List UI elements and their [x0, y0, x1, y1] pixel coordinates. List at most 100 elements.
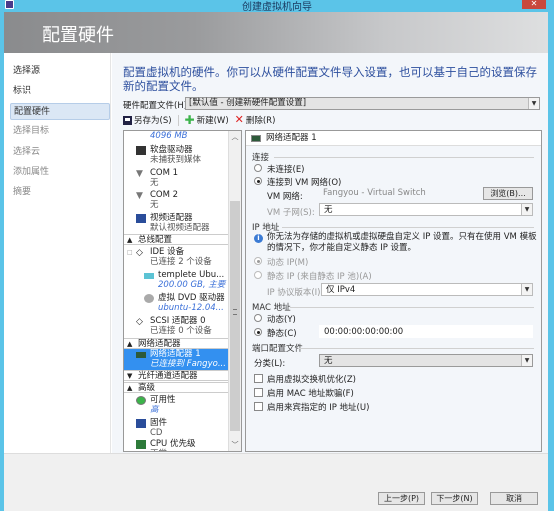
- tree-category-bus[interactable]: ▲ 总线配置: [124, 234, 229, 245]
- tree-item-cpu-priority[interactable]: CPU 优先级 正常: [124, 439, 229, 451]
- tree-category-network[interactable]: ▲ 网络适配器: [124, 338, 229, 349]
- vm-network-label: VM 网络:: [267, 192, 303, 202]
- delete-icon: ✕: [234, 113, 244, 126]
- ip-protocol-label: IP 协议版本(I):: [267, 288, 324, 298]
- scrollbar-thumb[interactable]: [230, 201, 240, 431]
- chevron-down-icon[interactable]: ▼: [521, 355, 532, 366]
- nav-item-select-cloud: 选择云: [13, 147, 41, 157]
- tree-item-ide[interactable]: □ ◇ IDE 设备 已连接 2 个设备: [124, 247, 229, 267]
- mac-spoofing-checkbox[interactable]: [254, 388, 263, 397]
- tree-item-dvd[interactable]: 虚拟 DVD 驱动器 ubuntu-12.04...: [124, 293, 229, 313]
- tree-category-fibre-channel[interactable]: ▼ 光纤通道适配器: [124, 370, 229, 381]
- tree-item-video-adapter[interactable]: 视频适配器 默认视频适配器: [124, 213, 229, 233]
- vm-network-field: Fangyou - Virtual Switch: [319, 187, 479, 200]
- nav-item-summary: 摘要: [13, 187, 32, 197]
- firmware-icon: [136, 419, 146, 428]
- tree-item-com1[interactable]: ▼ COM 1 无: [124, 168, 229, 188]
- availability-icon: [136, 396, 146, 405]
- browse-button[interactable]: 浏览(B)...: [483, 187, 533, 200]
- detail-header: 网络适配器 1: [246, 131, 541, 146]
- classification-label: 分类(L):: [254, 359, 286, 369]
- dvd-icon: [144, 294, 154, 303]
- section-port-profile: 端口配置文件: [252, 344, 304, 354]
- tree-item-floppy[interactable]: 软盘驱动器 未捕获到媒体: [124, 145, 229, 165]
- floppy-icon: [136, 146, 146, 155]
- detail-title: 网络适配器 1: [266, 133, 317, 143]
- nav-item-select-source[interactable]: 选择源: [10, 63, 110, 80]
- ip-protocol-dropdown[interactable]: 仅 IPv4 ▼: [321, 283, 533, 296]
- serial-port-icon: ▼: [136, 191, 143, 201]
- mac-static-label[interactable]: 静态(C): [267, 327, 297, 339]
- chevron-down-icon[interactable]: ▼: [528, 98, 539, 109]
- connect-vm-network-radio[interactable]: [254, 177, 262, 185]
- tree-item-nic1[interactable]: 网络适配器 1 已连接到 Fangyo...: [124, 349, 229, 370]
- chevron-down-icon[interactable]: ▼: [521, 204, 532, 215]
- guest-ip-checkbox[interactable]: [254, 402, 263, 411]
- network-adapter-icon: [136, 352, 146, 358]
- tree-item-memory[interactable]: 内存 4096 MB: [124, 131, 229, 141]
- tree-item-scsi[interactable]: ◇ SCSI 适配器 0 已连接 0 个设备: [124, 316, 229, 336]
- vswitch-optimization-checkbox[interactable]: [254, 374, 263, 383]
- page-header: 配置硬件: [4, 12, 548, 53]
- monitor-icon: [136, 214, 146, 223]
- hw-profile-value: [默认值 - 创建新硬件配置设置]: [189, 98, 307, 108]
- previous-button[interactable]: 上一步(P): [378, 492, 425, 505]
- hw-profile-label: 硬件配置文件(H):: [123, 101, 190, 111]
- tree-item-com2[interactable]: ▼ COM 2 无: [124, 190, 229, 210]
- mac-dynamic-radio[interactable]: [254, 314, 262, 322]
- hardware-tree: 内存 4096 MB 软盘驱动器 未捕获到媒体 ▼ COM 1 无 ▼ COM …: [123, 130, 242, 452]
- detail-panel: 网络适配器 1 连接 未连接(E) 连接到 VM 网络(O) VM 网络: Fa…: [245, 130, 542, 452]
- save-as-label: 另存为(S): [134, 116, 172, 126]
- expander-icon[interactable]: □: [127, 248, 133, 258]
- guest-ip-label[interactable]: 启用来宾指定的 IP 地址(U): [267, 401, 369, 413]
- chevron-down-icon[interactable]: ▼: [521, 284, 532, 295]
- tree-item-vhd[interactable]: templete Ubu... 200.00 GB, 主要: [124, 270, 229, 290]
- next-button[interactable]: 下一步(N): [431, 492, 478, 505]
- nav-item-configure-hardware[interactable]: 配置硬件: [10, 103, 110, 120]
- dynamic-ip-label: 动态 IP(M): [267, 258, 309, 268]
- vm-subnet-dropdown[interactable]: 无 ▼: [319, 203, 533, 216]
- cancel-button[interactable]: 取消: [490, 492, 538, 505]
- nav-item-select-target: 选择目标: [13, 126, 50, 136]
- profile-toolbar: 另存为(S) ✚ 新建(W) ✕ 删除(R): [123, 113, 275, 127]
- mac-address-input[interactable]: 00:00:00:00:00:00: [319, 325, 533, 338]
- delete-button[interactable]: ✕ 删除(R): [235, 114, 276, 126]
- new-button[interactable]: ✚ 新建(W): [185, 114, 229, 126]
- close-button[interactable]: ✕: [522, 0, 546, 9]
- save-as-button[interactable]: 另存为(S): [123, 114, 172, 126]
- page-title: 配置硬件: [42, 25, 114, 46]
- scroll-up-icon[interactable]: ︿: [229, 131, 241, 143]
- info-icon: i: [254, 234, 263, 243]
- nav-item-identity[interactable]: 标识: [10, 83, 110, 100]
- not-connected-radio[interactable]: [254, 164, 262, 172]
- mac-dynamic-label[interactable]: 动态(Y): [267, 313, 296, 325]
- collapse-icon: ▲: [127, 236, 133, 244]
- hw-profile-dropdown[interactable]: [默认值 - 创建新硬件配置设置] ▼: [185, 97, 540, 110]
- dynamic-ip-radio: [254, 257, 262, 265]
- tree-scrollbar[interactable]: ︿ ﹀: [228, 131, 241, 451]
- classification-dropdown[interactable]: 无 ▼: [319, 354, 533, 367]
- nav-item-add-properties: 添加属性: [13, 167, 50, 177]
- scroll-down-icon[interactable]: ﹀: [229, 439, 241, 451]
- not-connected-label[interactable]: 未连接(E): [267, 163, 305, 175]
- serial-port-icon: ▼: [136, 169, 143, 179]
- delete-label: 删除(R): [245, 116, 276, 126]
- mac-static-radio[interactable]: [254, 328, 262, 336]
- save-icon: [123, 115, 132, 125]
- ip-info-text: 你无法为存储的虚拟机或虚拟硬盘自定义 IP 设置。只有在使用 VM 模板的情况下…: [267, 232, 537, 253]
- wizard-steps-nav: 选择源 标识 配置硬件 选择目标 选择云 添加属性 摘要: [4, 53, 111, 453]
- title-bar: 创建虚拟机向导 ✕: [0, 0, 554, 13]
- new-label: 新建(W): [196, 116, 229, 126]
- tree-category-advanced[interactable]: ▲ 高级: [124, 382, 229, 393]
- section-connection: 连接: [252, 153, 270, 163]
- vswitch-optimization-label[interactable]: 启用虚拟交换机优化(Z): [267, 373, 356, 385]
- tree-item-availability[interactable]: 可用性 高: [124, 395, 229, 415]
- static-ip-radio: [254, 271, 262, 279]
- cpu-icon: [136, 440, 146, 449]
- tree-item-firmware[interactable]: 固件 CD: [124, 418, 229, 438]
- diamond-icon: ◇: [136, 317, 143, 327]
- static-ip-label: 静态 IP (来自静态 IP 池)(A): [267, 272, 372, 282]
- collapse-icon: ▲: [127, 340, 133, 348]
- mac-spoofing-label[interactable]: 启用 MAC 地址欺骗(F): [267, 387, 354, 399]
- section-mac-address: MAC 地址: [252, 303, 291, 313]
